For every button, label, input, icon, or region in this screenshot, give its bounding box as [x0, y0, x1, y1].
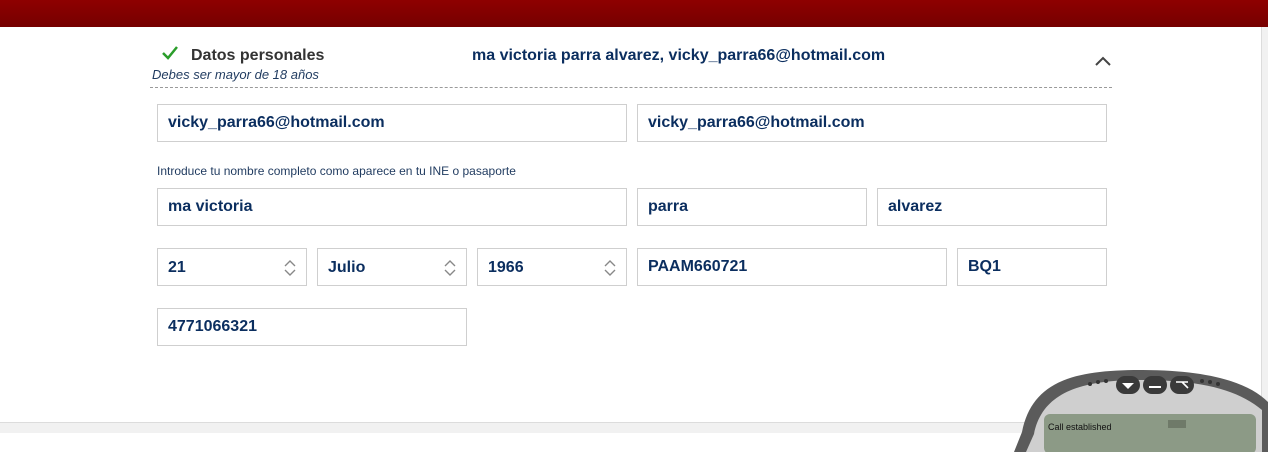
- last-name-1-field[interactable]: [638, 189, 866, 225]
- softphone-hangup-button[interactable]: [1170, 376, 1194, 394]
- birth-year-select[interactable]: 1966: [478, 249, 626, 285]
- email-confirm-field-container: [637, 104, 1107, 142]
- section-subtitle: Debes ser mayor de 18 años: [152, 67, 319, 82]
- birth-month-select[interactable]: Julio: [318, 249, 466, 285]
- homoclave-field[interactable]: [958, 249, 1106, 285]
- first-name-field-container: [157, 188, 627, 226]
- birth-day-select-container: 21: [157, 248, 307, 286]
- birth-month-select-container: Julio: [317, 248, 467, 286]
- name-hint: Introduce tu nombre completo como aparec…: [157, 164, 516, 178]
- phone-field-container: [157, 308, 467, 346]
- rfc-field-container: [637, 248, 947, 286]
- softphone-down-button[interactable]: [1116, 376, 1140, 394]
- email-confirm-field[interactable]: [638, 105, 1106, 141]
- section-title: Datos personales: [191, 47, 325, 64]
- rfc-field[interactable]: [638, 249, 946, 285]
- softphone-status: Call established: [1048, 422, 1112, 432]
- birth-year-select-container: 1966: [477, 248, 627, 286]
- last-name-1-field-container: [637, 188, 867, 226]
- last-name-2-field-container: [877, 188, 1107, 226]
- first-name-field[interactable]: [158, 189, 626, 225]
- softphone-widget[interactable]: Call established: [1012, 362, 1268, 452]
- email-field[interactable]: [158, 105, 626, 141]
- last-name-2-field[interactable]: [878, 189, 1106, 225]
- email-field-container: [157, 104, 627, 142]
- homoclave-field-container: [957, 248, 1107, 286]
- top-header-bar: [0, 0, 1268, 27]
- birth-day-select[interactable]: 21: [158, 249, 306, 285]
- section-header-datos-personales[interactable]: Datos personales Debes ser mayor de 18 a…: [150, 40, 1112, 88]
- phone-field[interactable]: [158, 309, 466, 345]
- section-summary: ma victoria parra alvarez, vicky_parra66…: [472, 47, 886, 64]
- chevron-up-icon[interactable]: [1094, 55, 1112, 67]
- check-icon: [162, 46, 178, 60]
- softphone-minimize-button[interactable]: [1143, 376, 1167, 394]
